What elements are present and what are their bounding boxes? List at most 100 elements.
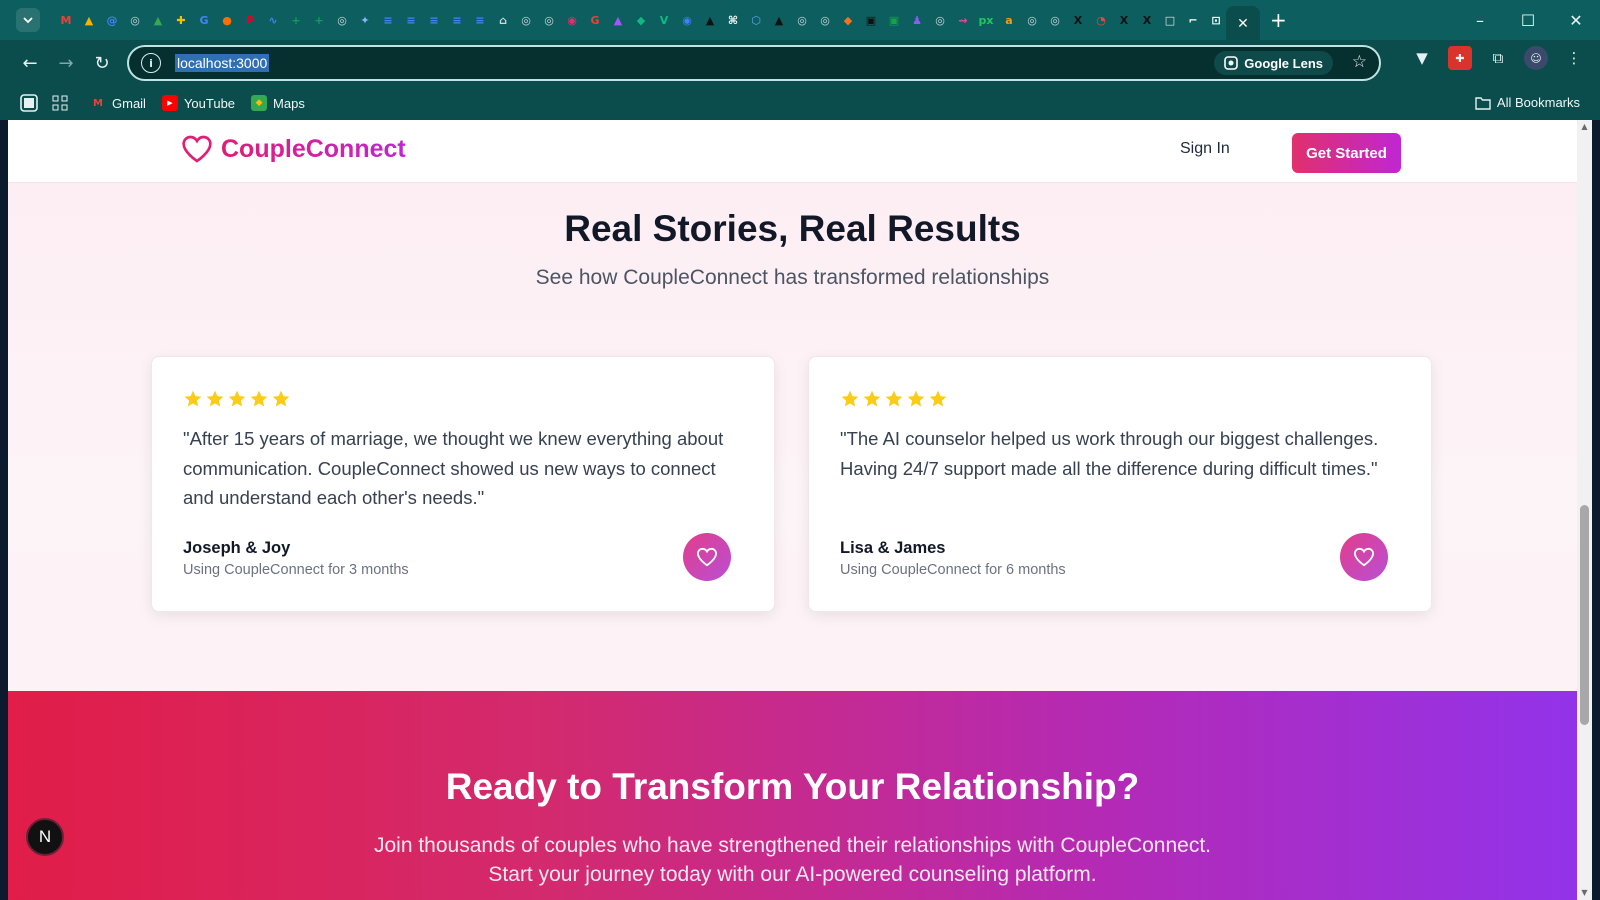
tab-favicon-icon[interactable]: ≡ — [470, 10, 490, 30]
tab-favicon-icon[interactable]: ⇝ — [953, 10, 973, 30]
tab-favicon-icon[interactable]: ◆ — [838, 10, 858, 30]
cta-text-line: Join thousands of couples who have stren… — [373, 834, 1212, 857]
tab-favicon-icon[interactable]: ◎ — [930, 10, 950, 30]
cta-text: Join thousands of couples who have stren… — [8, 831, 1577, 889]
brand-name: CoupleConnect — [221, 134, 406, 163]
tab-favicon-icon[interactable]: @ — [102, 10, 122, 30]
tab-favicon-icon[interactable]: ▲ — [769, 10, 789, 30]
tab-favicon-icon[interactable]: ◎ — [1022, 10, 1042, 30]
tab-favicon-icon[interactable]: V — [654, 10, 674, 30]
tab-favicon-icon[interactable]: ◔ — [1091, 10, 1111, 30]
maximize-button[interactable]: ☐ — [1504, 0, 1552, 40]
extensions-puzzle-icon[interactable]: ⧉ — [1486, 46, 1510, 70]
scroll-thumb[interactable] — [1580, 505, 1589, 725]
star-icon — [184, 390, 202, 407]
star-icon — [907, 390, 925, 407]
tab-favicon-icon[interactable]: + — [286, 10, 306, 30]
tab-favicon-icon[interactable]: G — [585, 10, 605, 30]
bookmark-youtube[interactable]: ▶ YouTube — [161, 95, 235, 111]
tab-favicon-icon[interactable]: ♟ — [907, 10, 927, 30]
active-tab[interactable]: ✕ — [1226, 6, 1260, 40]
tab-favicon-icon[interactable]: □ — [1160, 10, 1180, 30]
close-tab-icon[interactable]: ✕ — [1237, 15, 1249, 32]
tab-favicon-icon[interactable]: a — [999, 10, 1019, 30]
tab-favicon-icon[interactable]: ⌂ — [493, 10, 513, 30]
tab-favicon-icon[interactable]: ◎ — [539, 10, 559, 30]
reload-button[interactable]: ↻ — [84, 45, 120, 81]
star-icon — [841, 390, 859, 407]
tab-favicon-icon[interactable]: ∿ — [263, 10, 283, 30]
tab-favicon-icon[interactable]: M — [56, 10, 76, 30]
profile-avatar[interactable]: ☺ — [1524, 46, 1548, 70]
tab-favicon-icon[interactable]: ≡ — [378, 10, 398, 30]
tab-favicon-icon[interactable]: ◆ — [631, 10, 651, 30]
minimize-button[interactable]: – — [1456, 0, 1504, 40]
tab-favicon-icon[interactable]: ▲ — [700, 10, 720, 30]
bookmarks-bar: M Gmail ▶ YouTube ◆ Maps All Bookmarks — [0, 86, 1600, 120]
bookmark-star-icon[interactable]: ☆ — [1352, 52, 1367, 72]
tab-favicon-icon[interactable]: ◎ — [815, 10, 835, 30]
tab-favicon-icon[interactable]: ▣ — [861, 10, 881, 30]
scroll-down-arrow[interactable]: ▼ — [1580, 888, 1589, 898]
tab-favicon-icon[interactable]: ▲ — [79, 10, 99, 30]
tab-favicon-icon[interactable]: ▲ — [148, 10, 168, 30]
tab-favicon-icon[interactable]: ⬡ — [746, 10, 766, 30]
tab-favicon-icon[interactable]: + — [309, 10, 329, 30]
tab-favicon-icon[interactable]: ● — [217, 10, 237, 30]
tab-favicon-icon[interactable]: ⌘ — [723, 10, 743, 30]
menu-kebab-icon[interactable]: ⋮ — [1562, 46, 1586, 70]
heart-icon — [696, 547, 718, 567]
testimonial-duration: Using CoupleConnect for 3 months — [183, 562, 409, 578]
nextjs-dev-badge[interactable]: N — [26, 818, 64, 856]
star-icon — [272, 390, 290, 407]
all-bookmarks-button[interactable]: All Bookmarks — [1475, 95, 1580, 110]
tab-favicon-icon[interactable]: X — [1137, 10, 1157, 30]
extension-icon[interactable]: ✚ — [1448, 46, 1472, 70]
tab-favicon-icon[interactable]: px — [976, 10, 996, 30]
tab-favicon-icon[interactable]: ⊡ — [1206, 10, 1226, 30]
folder-icon — [1475, 96, 1491, 110]
url-text[interactable]: localhost:3000 — [175, 54, 270, 72]
vpn-extension-icon[interactable]: ▼ — [1410, 46, 1434, 70]
tab-favicon-icon[interactable]: ◎ — [125, 10, 145, 30]
tab-favicon-icon[interactable]: ◎ — [516, 10, 536, 30]
new-tab-button[interactable]: + — [1270, 8, 1287, 32]
bookmark-maps[interactable]: ◆ Maps — [251, 95, 305, 111]
tab-favicon-icon[interactable]: ◎ — [1045, 10, 1065, 30]
tab-favicon-icon[interactable]: ▣ — [884, 10, 904, 30]
tab-favicon-icon[interactable]: X — [1114, 10, 1134, 30]
scroll-up-arrow[interactable]: ▲ — [1580, 122, 1589, 132]
star-icon — [206, 390, 224, 407]
google-lens-button[interactable]: Google Lens — [1214, 51, 1333, 75]
tab-favicon-icon[interactable]: P — [240, 10, 260, 30]
close-window-button[interactable]: ✕ — [1552, 0, 1600, 40]
sign-in-link[interactable]: Sign In — [1180, 140, 1230, 158]
tab-favicon-icon[interactable]: ◉ — [677, 10, 697, 30]
address-bar[interactable]: i localhost:3000 Google Lens ☆ — [127, 45, 1381, 81]
tab-favicon-icon[interactable]: ≡ — [424, 10, 444, 30]
tab-favicon-icon[interactable]: X — [1068, 10, 1088, 30]
tab-favicon-icon[interactable]: ≡ — [447, 10, 467, 30]
page-scrollbar[interactable]: ▲ ▼ — [1577, 120, 1592, 900]
forward-button[interactable]: → — [48, 45, 84, 81]
bookmark-label: Gmail — [112, 95, 146, 111]
tab-favicon-icon[interactable]: ▲ — [608, 10, 628, 30]
tab-favicon-icon[interactable]: ✦ — [355, 10, 375, 30]
tab-favicon-icon[interactable]: ◎ — [792, 10, 812, 30]
brand-logo[interactable]: CoupleConnect — [181, 134, 406, 164]
star-icon — [250, 390, 268, 407]
get-started-button[interactable]: Get Started — [1292, 133, 1401, 173]
tab-search-button[interactable] — [16, 8, 40, 32]
tab-favicon-icon[interactable]: ≡ — [401, 10, 421, 30]
bookmark-gmail[interactable]: M Gmail — [90, 95, 146, 111]
tab-overview-icon[interactable] — [20, 94, 38, 112]
tab-favicon-icon[interactable]: ◉ — [562, 10, 582, 30]
tab-favicon-icon[interactable]: ◎ — [332, 10, 352, 30]
tab-favicon-icon[interactable]: G — [194, 10, 214, 30]
toolbar-extensions: ▼ ✚ ⧉ ☺ ⋮ — [1410, 46, 1586, 70]
back-button[interactable]: ← — [12, 45, 48, 81]
site-info-icon[interactable]: i — [141, 53, 161, 73]
tab-favicon-icon[interactable]: ⌐ — [1183, 10, 1203, 30]
apps-grid-icon[interactable] — [52, 95, 68, 111]
tab-favicon-icon[interactable]: ✚ — [171, 10, 191, 30]
